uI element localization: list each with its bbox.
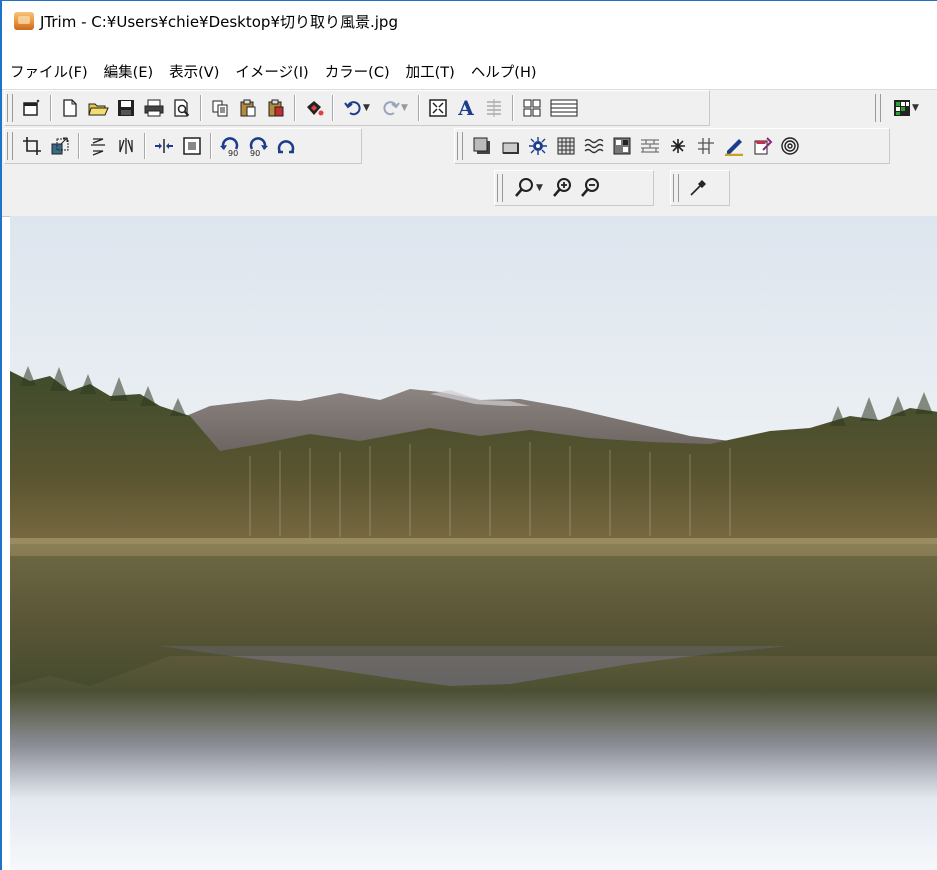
frame-icon[interactable] bbox=[180, 133, 204, 159]
print-icon[interactable] bbox=[142, 95, 166, 121]
menu-help[interactable]: ヘルプ(H) bbox=[463, 61, 545, 82]
save-icon[interactable] bbox=[114, 95, 138, 121]
color-fill-icon[interactable] bbox=[302, 95, 326, 121]
transform-toolbar: 90 90 bbox=[4, 128, 300, 164]
window-title: JTrim - C:¥Users¥chie¥Desktop¥切り取り風景.jpg bbox=[40, 12, 398, 31]
eyedropper-icon[interactable] bbox=[686, 175, 710, 201]
spiral-icon[interactable] bbox=[778, 133, 802, 159]
toolbar-grip[interactable] bbox=[875, 94, 881, 122]
bevel-icon[interactable] bbox=[498, 133, 522, 159]
toolbar-grip[interactable] bbox=[7, 94, 13, 122]
zoom-out-icon[interactable] bbox=[578, 175, 602, 201]
lens-flare-icon[interactable] bbox=[526, 133, 550, 159]
trim-icon[interactable] bbox=[20, 133, 44, 159]
jtrim-app-icon[interactable] bbox=[14, 12, 34, 30]
landscape-lake-image[interactable] bbox=[10, 216, 937, 870]
grid-view-icon[interactable] bbox=[520, 95, 544, 121]
sparkle-icon[interactable] bbox=[666, 133, 690, 159]
resize-icon[interactable] bbox=[48, 133, 72, 159]
zoom-in-icon[interactable] bbox=[550, 175, 574, 201]
undo-icon[interactable]: ▼ bbox=[340, 95, 374, 121]
pencil-icon[interactable] bbox=[722, 133, 746, 159]
new-window-icon[interactable] bbox=[20, 95, 44, 121]
rotate-right-90-icon[interactable]: 90 bbox=[246, 133, 270, 159]
rotate-free-icon[interactable] bbox=[274, 133, 298, 159]
toolbar-area: ▼ ▼ A ▼ 90 90 ▼ bbox=[2, 89, 937, 217]
color-palette-icon[interactable]: ▼ bbox=[888, 95, 924, 121]
menu-view[interactable]: 表示(V) bbox=[161, 61, 227, 82]
menu-color[interactable]: カラー(C) bbox=[317, 61, 398, 82]
flip-horizontal-icon[interactable] bbox=[114, 133, 138, 159]
picker-toolbar bbox=[670, 170, 712, 206]
film-icon[interactable] bbox=[548, 95, 580, 121]
paste-new-icon[interactable] bbox=[264, 95, 288, 121]
redo-icon[interactable]: ▼ bbox=[378, 95, 412, 121]
new-file-icon[interactable] bbox=[58, 95, 82, 121]
copy-icon[interactable] bbox=[208, 95, 232, 121]
main-toolbar: ▼ ▼ A bbox=[4, 90, 582, 126]
menu-file[interactable]: ファイル(F) bbox=[2, 61, 96, 82]
brick-icon[interactable] bbox=[638, 133, 662, 159]
text-icon[interactable]: A bbox=[454, 95, 478, 121]
svg-text:90: 90 bbox=[228, 149, 238, 157]
noise-icon[interactable] bbox=[610, 133, 634, 159]
wave-icon[interactable] bbox=[582, 133, 606, 159]
fit-window-icon[interactable] bbox=[426, 95, 450, 121]
toolbar-grip[interactable] bbox=[457, 132, 463, 160]
zoom-icon[interactable]: ▼ bbox=[510, 175, 546, 201]
rotate-left-90-icon[interactable]: 90 bbox=[218, 133, 242, 159]
toolbar-grip[interactable] bbox=[7, 132, 13, 160]
line-icon[interactable] bbox=[694, 133, 718, 159]
menu-process[interactable]: 加工(T) bbox=[398, 61, 463, 82]
margin-icon[interactable] bbox=[152, 133, 176, 159]
menu-edit[interactable]: 編集(E) bbox=[96, 61, 161, 82]
effects-toolbar bbox=[454, 128, 804, 164]
zoom-toolbar: ▼ bbox=[494, 170, 604, 206]
app-window: JTrim - C:¥Users¥chie¥Desktop¥切り取り風景.jpg… bbox=[0, 0, 937, 870]
mosaic-icon[interactable] bbox=[554, 133, 578, 159]
toolbar-grip[interactable] bbox=[497, 174, 503, 202]
open-folder-icon[interactable] bbox=[86, 95, 110, 121]
title-bar: JTrim - C:¥Users¥chie¥Desktop¥切り取り風景.jpg bbox=[2, 1, 937, 41]
menu-image[interactable]: イメージ(I) bbox=[227, 61, 316, 82]
print-preview-icon[interactable] bbox=[170, 95, 194, 121]
menu-bar: ファイル(F) 編集(E) 表示(V) イメージ(I) カラー(C) 加工(T)… bbox=[2, 58, 545, 84]
toolbar-grip[interactable] bbox=[673, 174, 679, 202]
shadow-icon[interactable] bbox=[470, 133, 494, 159]
paste-icon[interactable] bbox=[236, 95, 260, 121]
eraser-icon[interactable] bbox=[750, 133, 774, 159]
flip-vertical-icon[interactable] bbox=[86, 133, 110, 159]
palette-toolbar: ▼ bbox=[872, 90, 926, 126]
align-icon[interactable] bbox=[482, 95, 506, 121]
svg-text:90: 90 bbox=[250, 149, 260, 157]
